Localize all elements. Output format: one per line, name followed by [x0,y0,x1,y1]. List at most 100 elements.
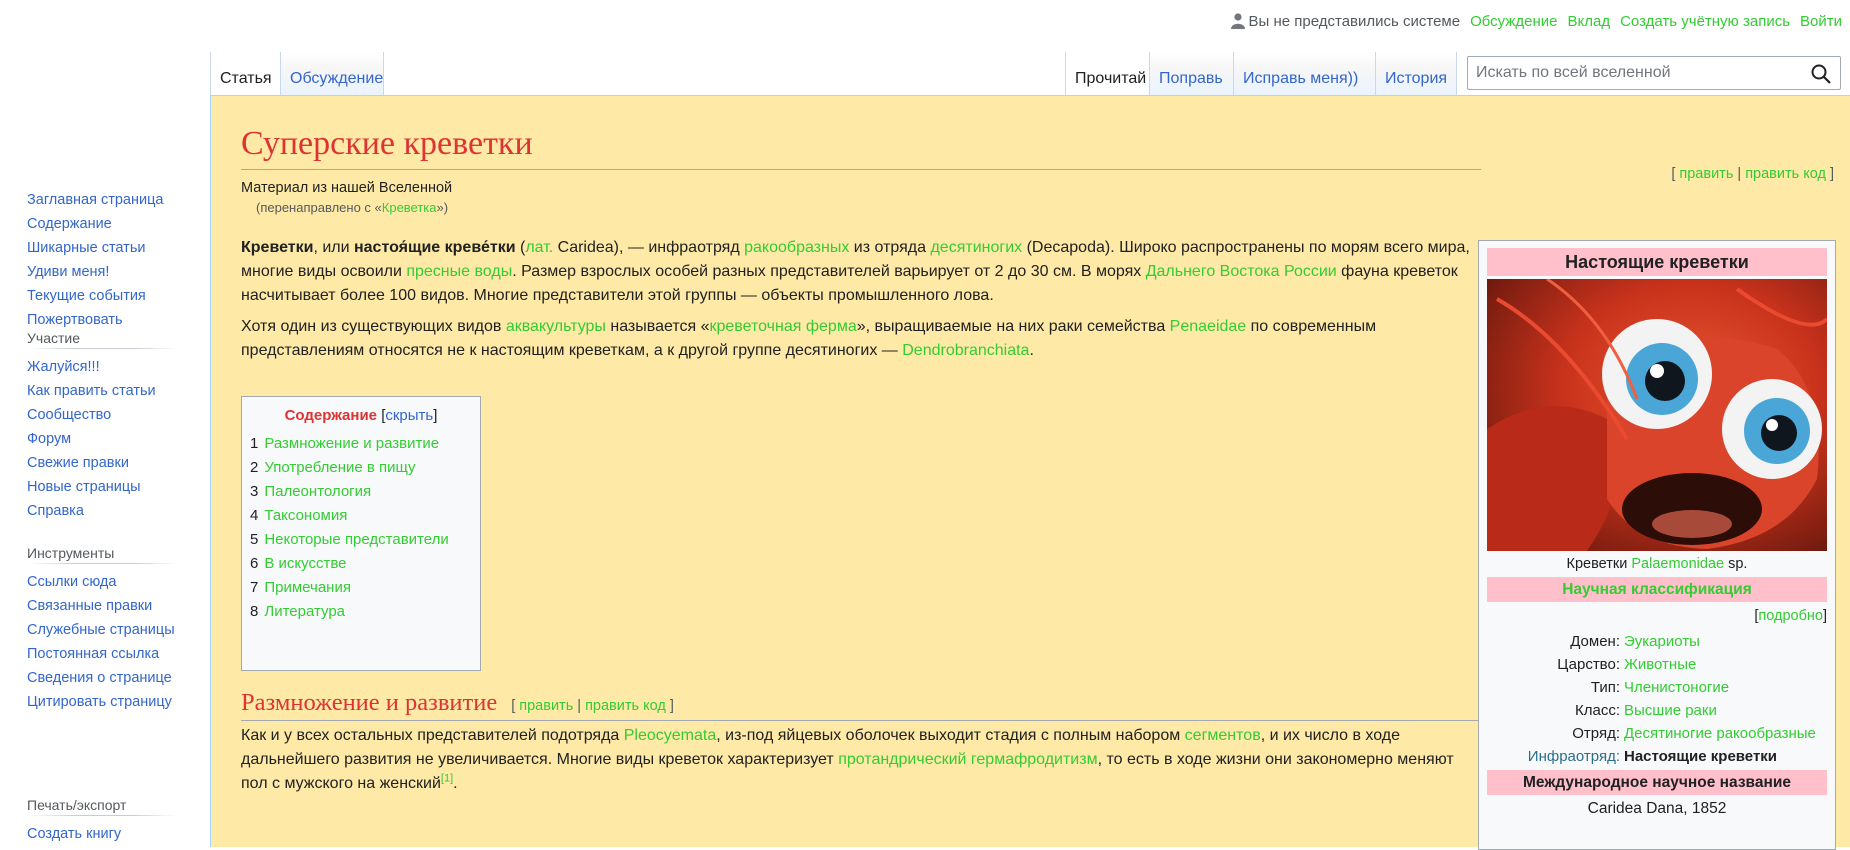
taxon-link[interactable]: Животные [1624,653,1827,676]
sidebar-link[interactable]: Справка [27,503,84,519]
toc-number: 6 [250,555,259,572]
toc-item[interactable]: 1 Размножение и развитие [250,432,472,456]
sidebar-link[interactable]: Заглавная страница [27,192,163,208]
link-segments[interactable]: сегментов [1185,727,1261,744]
edit-link[interactable]: править [1679,166,1733,182]
toc-item[interactable]: 3 Палеонтология [250,480,472,504]
sidebar-link[interactable]: Как править статьи [27,383,156,399]
search-icon[interactable] [1810,63,1832,85]
text: Как и у всех остальных представителей по… [241,727,624,744]
link-dendrobranchiata[interactable]: Dendrobranchiata [902,342,1029,359]
link-far-east[interactable]: Дальнего Востока России [1146,263,1337,280]
sidebar-link[interactable]: Текущие события [27,288,146,304]
tab-history[interactable]: История [1375,52,1457,96]
toc-link[interactable]: Употребление в пищу [264,459,415,476]
redirect-link[interactable]: Креветка [382,200,437,215]
sidebar-item-how-to-edit[interactable]: Как править статьи [27,381,177,405]
tab-fix-me[interactable]: Исправь меня)) [1233,52,1375,96]
link-protandry[interactable]: протандрический гермафродитизм [838,751,1097,768]
tab-read[interactable]: Прочитай [1065,52,1149,96]
caption-link[interactable]: Palaemonidae [1631,556,1724,572]
sidebar-item-help[interactable]: Справка [27,501,177,525]
details-link[interactable]: подробно [1758,608,1823,624]
toc-item[interactable]: 2 Употребление в пищу [250,456,472,480]
link-decapods[interactable]: десятиногих [930,239,1022,256]
toc-link[interactable]: Литература [264,603,345,620]
sidebar-link[interactable]: Пожертвовать [27,312,123,328]
edit-code-link[interactable]: править код [1745,166,1826,182]
toc-link[interactable]: Таксономия [264,507,347,524]
sidebar-item-what-links-here[interactable]: Ссылки сюда [27,572,177,596]
sidebar-link[interactable]: Сведения о странице [27,670,172,686]
toc-link[interactable]: В искусстве [264,555,346,572]
toc-item[interactable]: 6 В искусстве [250,552,472,576]
section-body: Как и у всех остальных представителей по… [241,724,1481,796]
login-link[interactable]: Войти [1800,13,1842,30]
sidebar-link[interactable]: Форум [27,431,71,447]
section-edit-link[interactable]: править [519,698,573,714]
tab-talk[interactable]: Обсуждение [280,52,384,96]
reference-link[interactable]: [1] [441,773,453,785]
sidebar-link[interactable]: Создать книгу [27,826,121,842]
sidebar-link[interactable]: Свежие правки [27,455,129,471]
tab-article[interactable]: Статья [210,52,280,96]
link-latin[interactable]: лат. [525,239,553,256]
sidebar-item-complain[interactable]: Жалуйся!!! [27,357,177,381]
toc-item[interactable]: 7 Примечания [250,576,472,600]
link-aquaculture[interactable]: аквакультуры [506,318,606,335]
sidebar-link[interactable]: Шикарные статьи [27,240,145,256]
create-account-link[interactable]: Создать учётную запись [1620,13,1790,30]
toc-hide-link[interactable]: скрыть [385,407,433,424]
toc-link[interactable]: Некоторые представители [264,531,448,548]
sidebar-link[interactable]: Связанные правки [27,598,152,614]
sidebar-item-main-page[interactable]: Заглавная страница [27,190,177,214]
toc-item[interactable]: 4 Таксономия [250,504,472,528]
link-fresh-water[interactable]: пресные воды [406,263,512,280]
sidebar-item-permanent-link[interactable]: Постоянная ссылка [27,644,177,668]
toc-link[interactable]: Примечания [264,579,351,596]
sidebar-item-create-book[interactable]: Создать книгу [27,824,177,848]
sidebar-link[interactable]: Ссылки сюда [27,574,116,590]
taxon-link[interactable]: Высшие раки [1624,699,1827,722]
taxon-link[interactable]: Эукариоты [1624,630,1827,653]
sidebar-item-current-events[interactable]: Текущие события [27,286,177,310]
personal-talk-link[interactable]: Обсуждение [1470,13,1557,30]
sidebar-item-featured[interactable]: Шикарные статьи [27,238,177,262]
search-input[interactable] [1468,63,1798,83]
sidebar-item-contents[interactable]: Содержание [27,214,177,238]
sidebar-item-related-changes[interactable]: Связанные правки [27,596,177,620]
sidebar-item-special-pages[interactable]: Служебные страницы [27,620,177,644]
toc-link[interactable]: Размножение и развитие [264,435,439,452]
sidebar-link[interactable]: Цитировать страницу [27,694,172,710]
infobox-image[interactable] [1487,279,1827,551]
sidebar-link[interactable]: Жалуйся!!! [27,359,100,375]
sidebar-link[interactable]: Постоянная ссылка [27,646,159,662]
taxon-link[interactable]: Членистоногие [1624,676,1827,699]
toc-item[interactable]: 8 Литература [250,600,472,624]
sidebar-item-random[interactable]: Удиви меня! [27,262,177,286]
sidebar-item-new-pages[interactable]: Новые страницы [27,477,177,501]
sidebar-item-forum[interactable]: Форум [27,429,177,453]
sidebar-tools: Инструменты Ссылки сюда Связанные правки… [27,545,177,716]
personal-contributions-link[interactable]: Вклад [1567,13,1610,30]
section-edit-code-link[interactable]: править код [585,698,666,714]
link-penaeidae[interactable]: Penaeidae [1170,318,1247,335]
link-crustaceans[interactable]: ракообразных [744,239,849,256]
toc-item[interactable]: 5 Некоторые представители [250,528,472,552]
tab-edit[interactable]: Поправь [1149,52,1233,96]
taxon-link[interactable]: Десятиногие ракообразные [1624,722,1827,745]
link-pleocyemata[interactable]: Pleocyemata [624,727,717,744]
sidebar-link[interactable]: Удиви меня! [27,264,109,280]
sidebar-link[interactable]: Содержание [27,216,112,232]
sidebar-item-page-info[interactable]: Сведения о странице [27,668,177,692]
sidebar-item-community[interactable]: Сообщество [27,405,177,429]
sidebar-link[interactable]: Сообщество [27,407,111,423]
toc-link[interactable]: Палеонтология [264,483,371,500]
sidebar-item-cite[interactable]: Цитировать страницу [27,692,177,716]
taxon-rank: Класс: [1575,702,1620,719]
sidebar-item-recent-changes[interactable]: Свежие правки [27,453,177,477]
sidebar-link[interactable]: Служебные страницы [27,622,175,638]
link-shrimp-farm[interactable]: креветочная ферма [710,318,857,335]
infobox-sci-class: Научная классификация [1487,577,1827,602]
sidebar-link[interactable]: Новые страницы [27,479,141,495]
